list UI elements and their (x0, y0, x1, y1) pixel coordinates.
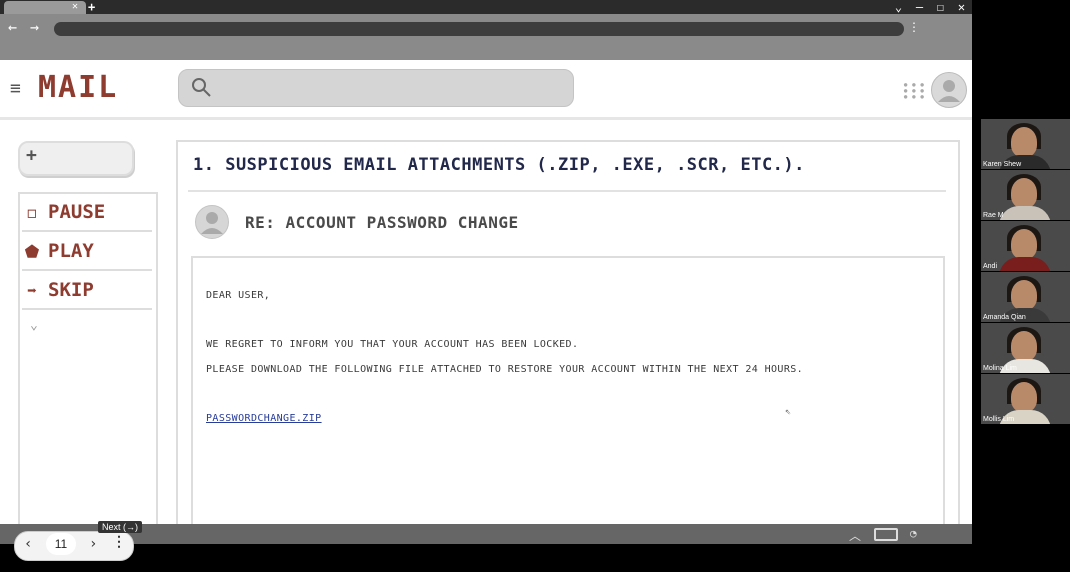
attachment-link[interactable]: PASSWORDCHANGE.ZIP (206, 413, 322, 424)
next-tooltip: Next (→) (98, 521, 142, 533)
participant-face (1011, 229, 1037, 259)
participant-name: Andi (983, 263, 998, 270)
wifi-icon: ◔ (910, 527, 917, 540)
email-heading: 1. SUSPICIOUS EMAIL ATTACHMENTS (.ZIP, .… (193, 155, 805, 175)
participant-tile[interactable]: Mollis Lim (981, 374, 1070, 424)
battery-icon (874, 528, 898, 541)
slide-number[interactable]: 11 (46, 533, 76, 555)
sidebar-item-label: PAUSE (48, 201, 106, 223)
participant-name: Mollis Lim (983, 416, 1015, 423)
user-icon (938, 80, 960, 102)
play-icon: ⬟ (25, 241, 39, 261)
next-slide-icon[interactable]: › (89, 536, 97, 552)
email-line: WE REGRET TO INFORM YOU THAT YOUR ACCOUN… (206, 339, 579, 350)
participant-tile[interactable]: Rae M (981, 170, 1070, 220)
maximize-icon[interactable]: ☐ (937, 0, 944, 14)
browser-menu-icon[interactable]: ⋮ (908, 20, 920, 34)
mail-logo: MAIL (38, 70, 119, 105)
search-input[interactable] (178, 69, 574, 107)
sender-avatar (195, 205, 229, 239)
close-window-icon[interactable]: ✕ (958, 0, 965, 14)
sidebar-item-pause[interactable]: ◻ PAUSE (22, 194, 152, 232)
email-line: PLEASE DOWNLOAD THE FOLLOWING FILE ATTAC… (206, 364, 804, 375)
participant-name: Karen Shew (983, 161, 1022, 168)
participant-shoulders (999, 257, 1051, 271)
participant-name: Amanda Qian (983, 314, 1026, 321)
browser-tab-strip (0, 0, 972, 14)
hamburger-menu-icon[interactable]: ≡ (10, 78, 21, 99)
sidebar-item-play[interactable]: ⬟ PLAY (22, 233, 152, 271)
participant-tile[interactable]: Andi (981, 221, 1070, 271)
skip-arrow-icon: ➡ (27, 280, 37, 300)
sidebar-item-label: SKIP (48, 279, 94, 301)
forward-arrow-icon[interactable]: → (30, 18, 39, 36)
window-controls: ⌄ — ☐ ✕ (888, 0, 972, 14)
email-subject: RE: ACCOUNT PASSWORD CHANGE (245, 213, 519, 232)
mouse-cursor-icon: ⇖ (785, 406, 792, 417)
participant-face (1011, 127, 1037, 157)
address-bar[interactable] (54, 22, 904, 36)
user-icon (201, 212, 223, 234)
participant-name: Rae M (983, 212, 1004, 219)
sidebar-item-label: PLAY (48, 240, 94, 262)
browser-toolbar (0, 14, 972, 60)
chevron-down-icon[interactable]: ⌄ (30, 318, 38, 333)
participant-face (1011, 331, 1037, 361)
participant-name: Molina Lim (983, 365, 1017, 372)
email-body (191, 256, 945, 528)
taskbar (0, 524, 972, 544)
tab-close-icon[interactable]: ✕ (72, 0, 78, 13)
more-options-icon[interactable]: ⋮ (112, 534, 126, 550)
back-arrow-icon[interactable]: ← (8, 18, 17, 36)
account-avatar[interactable] (931, 72, 967, 108)
minimize-icon[interactable]: — (916, 0, 923, 14)
search-icon (192, 78, 211, 97)
header-divider (0, 117, 972, 120)
participant-face (1011, 382, 1037, 412)
sidebar-item-skip[interactable]: ➡ SKIP (22, 272, 152, 310)
participant-tile[interactable]: Amanda Qian (981, 272, 1070, 322)
new-tab-icon[interactable]: + (88, 0, 95, 14)
participant-face (1011, 178, 1037, 208)
participant-shoulders (999, 206, 1051, 220)
heading-divider (188, 190, 946, 192)
chevron-up-icon[interactable]: ︿ (849, 527, 861, 544)
participant-face (1011, 280, 1037, 310)
previous-slide-icon[interactable]: ‹ (24, 536, 32, 552)
participant-tile[interactable]: Molina Lim (981, 323, 1070, 373)
plus-icon: + (26, 145, 37, 166)
participant-tile[interactable]: Karen Shew (981, 119, 1070, 169)
email-greeting: DEAR USER, (206, 290, 271, 301)
chevron-down-icon[interactable]: ⌄ (895, 0, 902, 14)
apps-grid-icon[interactable]: ∙∙∙ ∙∙∙ ∙∙∙ (902, 79, 927, 103)
pause-icon: ◻ (27, 202, 37, 222)
